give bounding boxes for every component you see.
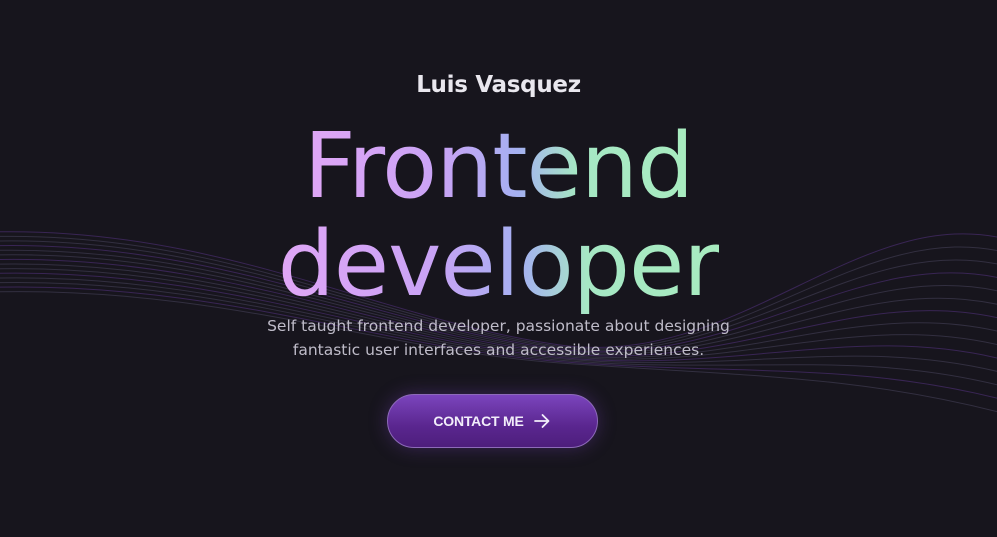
contact-me-label: CONTACT ME: [433, 413, 524, 429]
author-name: Luis Vasquez: [416, 72, 581, 98]
tagline: Self taught frontend developer, passiona…: [0, 314, 997, 362]
tagline-line-2: fantastic user interfaces and accessible…: [292, 341, 705, 359]
headline: Frontend developer: [0, 118, 997, 314]
headline-line-2: developer: [277, 212, 721, 317]
contact-me-button[interactable]: CONTACT ME: [387, 394, 598, 448]
headline-line-1: Frontend: [303, 114, 694, 219]
hero-section: Luis Vasquez Frontend developer Self tau…: [0, 0, 997, 537]
tagline-line-1: Self taught frontend developer, passiona…: [267, 317, 730, 335]
arrow-right-icon: [532, 411, 552, 431]
